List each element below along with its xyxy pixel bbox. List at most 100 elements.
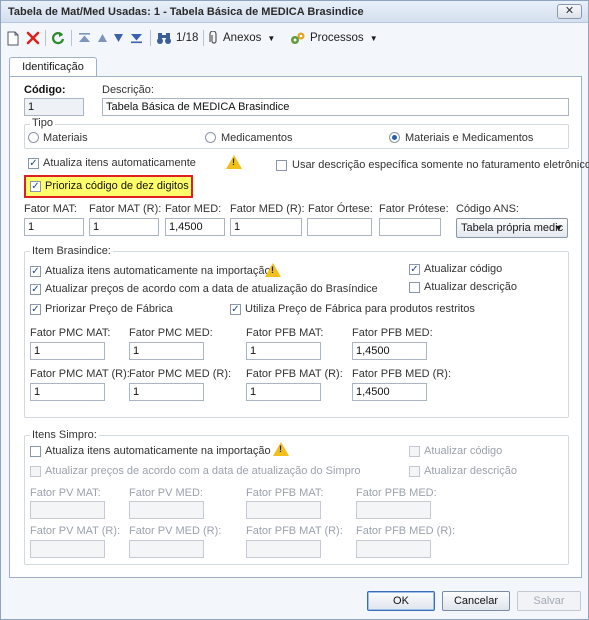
fator-pfb-mat-r-field[interactable]: 1 <box>246 383 321 401</box>
fator-pv-med-r-field[interactable] <box>129 540 204 558</box>
bras-atualizar-precos-checkbox[interactable]: ✓ <box>30 284 41 295</box>
fator-pmc-mat-r-label: Fator PMC MAT (R): <box>30 368 130 380</box>
identificacao-panel: Código: 1 Descrição: Tabela Básica de ME… <box>9 76 589 578</box>
usar-descricao-label: Usar descrição específica somente no fat… <box>292 159 589 171</box>
last-record-icon[interactable] <box>130 29 143 47</box>
simpro-atualizar-descricao-checkbox[interactable] <box>409 466 420 477</box>
next-record-icon[interactable] <box>113 29 124 47</box>
simpro-fator-pfb-med-r-field[interactable] <box>356 540 431 558</box>
save-button[interactable]: Salvar <box>517 591 581 611</box>
fator-pmc-mat-r-field[interactable]: 1 <box>30 383 105 401</box>
fator-pv-med-label: Fator PV MED: <box>129 487 203 499</box>
previous-record-icon[interactable] <box>97 29 108 47</box>
title-bar: Tabela de Mat/Med Usadas: 1 - Tabela Bás… <box>1 1 588 23</box>
fator-pfb-med-label: Fator PFB MED: <box>352 327 433 339</box>
simpro-atualizar-descricao-label: Atualizar descrição <box>424 465 517 477</box>
fator-mat-field[interactable]: 1 <box>24 218 84 236</box>
fator-med-r-label: Fator MED (R): <box>230 203 305 215</box>
fator-med-field[interactable]: 1,4500 <box>165 218 225 236</box>
fator-protese-label: Fator Prótese: <box>379 203 449 215</box>
bras-atualiza-importacao-label: Atualiza itens automaticamente na import… <box>45 265 271 277</box>
close-button[interactable]: ✕ <box>557 4 582 19</box>
delete-icon[interactable] <box>26 29 40 47</box>
fator-pfb-mat-field[interactable]: 1 <box>246 342 321 360</box>
first-record-icon[interactable] <box>78 29 91 47</box>
toolbar: 1/18 Anexos ▼ Processos ▼ <box>1 25 588 51</box>
codigo-ans-select[interactable]: Tabela própria medic ▼ <box>456 218 568 238</box>
simpro-atualiza-importacao-label: Atualiza itens automaticamente na import… <box>45 445 271 457</box>
simpro-fator-pfb-med-field[interactable] <box>356 501 431 519</box>
warning-icon: ! <box>273 442 289 456</box>
chevron-down-icon: ▼ <box>267 33 276 43</box>
fator-protese-field[interactable] <box>379 218 441 236</box>
bras-atualiza-importacao-checkbox[interactable]: ✓ <box>30 266 41 277</box>
fator-pmc-med-field[interactable]: 1 <box>129 342 204 360</box>
atualiza-itens-checkbox[interactable]: ✓ <box>28 158 39 169</box>
codigo-label: Código: <box>24 84 66 96</box>
fator-pv-med-r-label: Fator PV MED (R): <box>129 525 222 537</box>
radio-materiais-medicamentos-label: Materiais e Medicamentos <box>405 132 534 144</box>
fator-pmc-med-label: Fator PMC MED: <box>129 327 213 339</box>
bras-utiliza-preco-label: Utiliza Preço de Fábrica para produtos r… <box>245 303 475 315</box>
simpro-fator-pfb-mat-field[interactable] <box>246 501 321 519</box>
simpro-atualizar-precos-label: Atualizar preços de acordo com a data de… <box>45 465 361 477</box>
cancel-button[interactable]: Cancelar <box>442 591 510 611</box>
fator-pv-med-field[interactable] <box>129 501 204 519</box>
simpro-fator-pfb-med-r-label: Fator PFB MED (R): <box>356 525 456 537</box>
fator-pmc-med-r-label: Fator PMC MED (R): <box>129 368 232 380</box>
fator-pfb-med-r-label: Fator PFB MED (R): <box>352 368 452 380</box>
fator-med-r-field[interactable]: 1 <box>230 218 302 236</box>
record-position: 1/18 <box>176 32 199 44</box>
fator-pfb-med-field[interactable]: 1,4500 <box>352 342 427 360</box>
simpro-atualizar-codigo-checkbox[interactable] <box>409 446 420 457</box>
descricao-field[interactable]: Tabela Básica de MEDICA Brasindice <box>102 98 569 116</box>
fator-pmc-mat-field[interactable]: 1 <box>30 342 105 360</box>
fator-ortese-field[interactable] <box>307 218 372 236</box>
fator-pv-mat-field[interactable] <box>30 501 105 519</box>
search-icon[interactable] <box>156 29 172 47</box>
radio-materiais-medicamentos[interactable] <box>389 132 400 143</box>
bras-atualizar-codigo-checkbox[interactable]: ✓ <box>409 264 420 275</box>
codigo-field[interactable]: 1 <box>24 98 84 116</box>
fator-pv-mat-r-field[interactable] <box>30 540 105 558</box>
dialog-window: Tabela de Mat/Med Usadas: 1 - Tabela Bás… <box>0 0 589 620</box>
simpro-fator-pfb-mat-label: Fator PFB MAT: <box>246 487 324 499</box>
atualiza-itens-label: Atualiza itens automaticamente <box>43 157 196 169</box>
prioriza-codigo-checkbox[interactable]: ✓ <box>30 181 41 192</box>
bras-atualizar-descricao-checkbox[interactable] <box>409 282 420 293</box>
simpro-fator-pfb-mat-r-field[interactable] <box>246 540 321 558</box>
fator-mat-r-field[interactable]: 1 <box>89 218 159 236</box>
fator-med-label: Fator MED: <box>165 203 222 215</box>
chevron-down-icon: ▼ <box>369 33 378 43</box>
simpro-fator-pfb-med-label: Fator PFB MED: <box>356 487 437 499</box>
fator-mat-label: Fator MAT: <box>24 203 77 215</box>
bras-priorizar-preco-label: Priorizar Preço de Fábrica <box>45 303 173 315</box>
ok-button[interactable]: OK <box>367 591 435 611</box>
radio-materiais[interactable] <box>28 132 39 143</box>
gears-icon <box>291 32 305 44</box>
warning-icon: ! <box>226 155 242 169</box>
bras-priorizar-preco-checkbox[interactable]: ✓ <box>30 304 41 315</box>
bras-utiliza-preco-checkbox[interactable]: ✓ <box>230 304 241 315</box>
fator-pmc-med-r-field[interactable]: 1 <box>129 383 204 401</box>
processos-menu[interactable]: Processos ▼ <box>290 29 378 47</box>
radio-medicamentos[interactable] <box>205 132 216 143</box>
processos-label: Processos <box>310 32 364 44</box>
new-document-icon[interactable] <box>7 29 19 47</box>
descricao-label: Descrição: <box>102 84 154 96</box>
fator-pfb-mat-r-label: Fator PFB MAT (R): <box>246 368 343 380</box>
refresh-icon[interactable] <box>51 29 65 47</box>
fator-mat-r-label: Fator MAT (R): <box>89 203 162 215</box>
tab-identificacao[interactable]: Identificação <box>9 57 97 77</box>
simpro-atualiza-importacao-checkbox[interactable] <box>30 446 41 457</box>
simpro-atualizar-precos-checkbox[interactable] <box>30 466 41 477</box>
anexos-menu[interactable]: Anexos ▼ <box>209 29 275 47</box>
fator-pfb-med-r-field[interactable]: 1,4500 <box>352 383 427 401</box>
simpro-atualizar-codigo-label: Atualizar código <box>424 445 503 457</box>
fator-pmc-mat-label: Fator PMC MAT: <box>30 327 111 339</box>
usar-descricao-checkbox[interactable] <box>276 160 287 171</box>
bras-atualizar-codigo-label: Atualizar código <box>424 263 503 275</box>
brasindice-title: Item Brasindice: <box>30 245 113 257</box>
simpro-fator-pfb-mat-r-label: Fator PFB MAT (R): <box>246 525 343 537</box>
bras-atualizar-descricao-label: Atualizar descrição <box>424 281 517 293</box>
